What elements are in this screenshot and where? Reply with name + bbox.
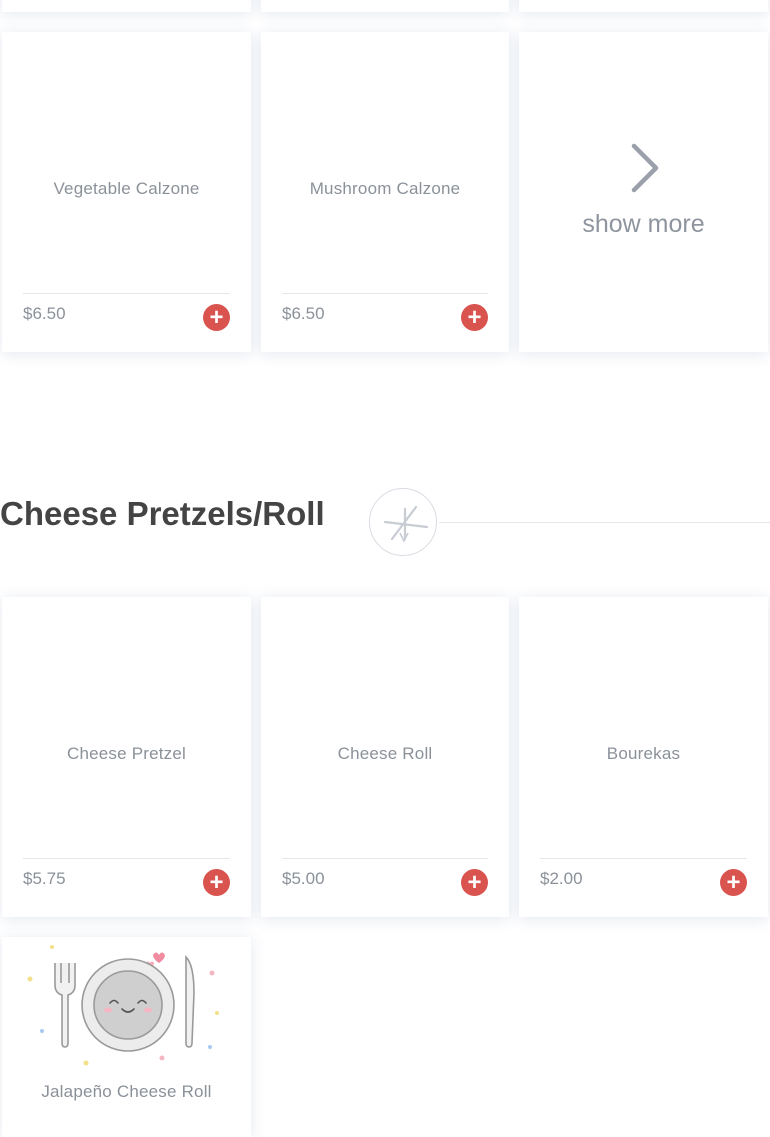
menu-card[interactable]: Bourekas $2.00 + bbox=[519, 597, 768, 917]
add-to-cart-button[interactable]: + bbox=[203, 869, 230, 896]
section-divider bbox=[439, 522, 770, 523]
add-to-cart-button[interactable]: + bbox=[720, 869, 747, 896]
add-to-cart-button[interactable]: + bbox=[203, 304, 230, 331]
menu-card-partial[interactable] bbox=[519, 0, 768, 12]
divider bbox=[540, 858, 747, 859]
item-price: $6.50 bbox=[23, 304, 66, 323]
item-price: $5.75 bbox=[23, 869, 66, 888]
chevron-right-icon bbox=[519, 132, 768, 211]
plate-illustration bbox=[22, 943, 232, 1068]
item-name: Vegetable Calzone bbox=[53, 179, 200, 198]
item-price: $5.00 bbox=[282, 869, 325, 888]
menu-card[interactable]: Cheese Roll $5.00 + bbox=[261, 597, 509, 917]
item-name: Bourekas bbox=[606, 744, 681, 763]
fork-knife-icon bbox=[369, 488, 437, 556]
item-name: Cheese Roll bbox=[337, 744, 433, 763]
menu-card[interactable]: Mushroom Calzone $6.50 + bbox=[261, 32, 509, 352]
divider bbox=[23, 858, 230, 859]
item-price: $2.00 bbox=[540, 869, 583, 888]
item-name: Jalapeño Cheese Roll bbox=[41, 1082, 212, 1101]
menu-card[interactable]: Cheese Pretzel $5.75 + bbox=[2, 597, 251, 917]
divider bbox=[282, 858, 488, 859]
menu-card[interactable]: Jalapeño Cheese Roll bbox=[2, 937, 251, 1137]
menu-card-partial[interactable] bbox=[261, 0, 509, 12]
item-price: $6.50 bbox=[282, 304, 325, 323]
divider bbox=[23, 293, 230, 294]
item-name: Cheese Pretzel bbox=[66, 744, 187, 763]
section-title: Cheese Pretzels/Roll bbox=[0, 495, 325, 532]
menu-card[interactable]: Vegetable Calzone $6.50 + bbox=[2, 32, 251, 352]
show-more-label: show more bbox=[582, 210, 705, 238]
menu-card-partial[interactable] bbox=[2, 0, 251, 12]
add-to-cart-button[interactable]: + bbox=[461, 869, 488, 896]
item-name: Mushroom Calzone bbox=[309, 179, 461, 198]
add-to-cart-button[interactable]: + bbox=[461, 304, 488, 331]
divider bbox=[282, 293, 488, 294]
show-more-card[interactable]: show more bbox=[519, 32, 768, 352]
